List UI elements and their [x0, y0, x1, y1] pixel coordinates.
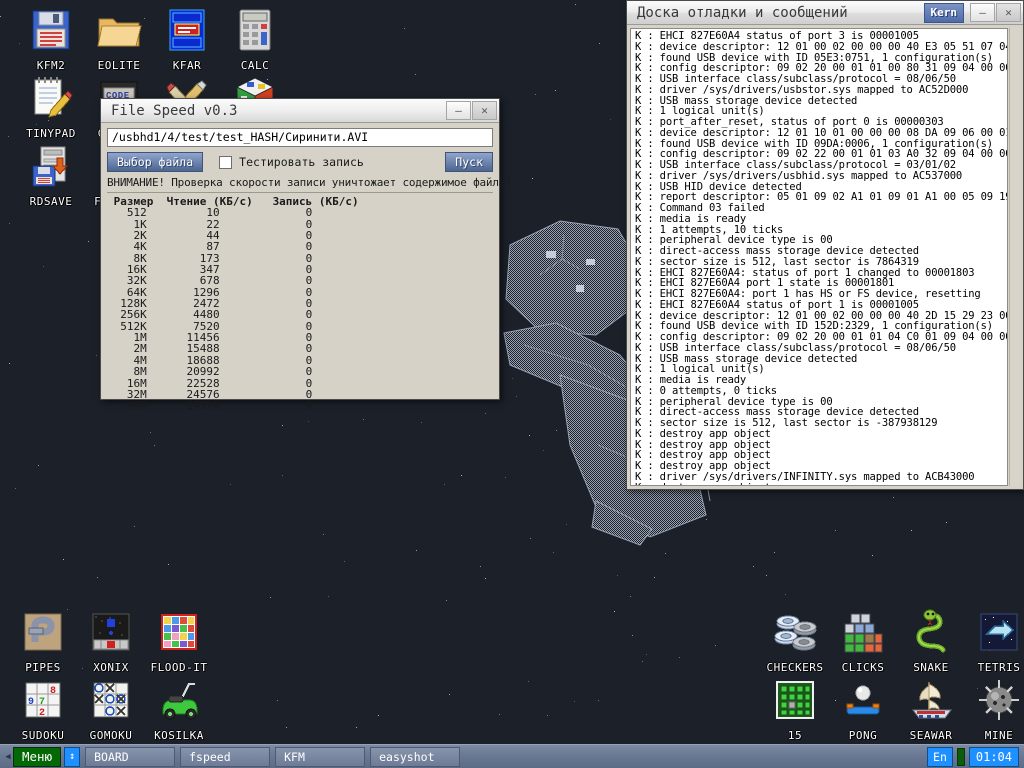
table-separator — [107, 192, 493, 193]
desktop-icon-label: CALC — [240, 59, 270, 72]
warning-text: ВНИМАНИЕ! Проверка скорости записи уничт… — [107, 176, 512, 189]
speed-results-table: Размер Чтение (КБ/с) Запись (КБ/с) 512 1… — [107, 196, 493, 412]
table-row: 512 10 0 — [107, 206, 313, 220]
desktop-icon-tetris[interactable]: TETRIS — [956, 608, 1024, 674]
file-speed-body: /usbhd1/4/test/test_HASH/Сиринити.AVI Вы… — [101, 123, 512, 412]
log-line: K : device descriptor: 12 01 00 02 00 00… — [635, 40, 1008, 53]
log-line: K : destroy app object — [635, 482, 1007, 485]
test-write-checkbox-wrapper[interactable]: Тестировать запись — [219, 155, 364, 169]
ramdisk-save-icon — [27, 142, 75, 190]
log-line: K : device descriptor: 12 01 10 01 00 00… — [635, 126, 1008, 139]
debug-board-body: K : EHCI 827E60A4 status of port 3 is 00… — [627, 25, 1023, 489]
file-path-input[interactable]: /usbhd1/4/test/test_HASH/Сиринити.AVI — [107, 128, 493, 147]
test-write-checkbox[interactable] — [219, 155, 233, 169]
seawar-game-icon — [907, 676, 955, 724]
close-button[interactable]: ✕ — [996, 3, 1021, 22]
debug-board-titlebar[interactable]: Доска отладки и сообщений Kern – ✕ — [627, 1, 1023, 25]
log-line: K : driver /sys/drivers/usbhid.sys mappe… — [635, 169, 963, 182]
log-scrollbar[interactable] — [1009, 28, 1020, 486]
desktop-icon-label: KOSILKA — [154, 729, 204, 742]
desktop-icon-flood-it[interactable]: FLOOD-IT — [136, 608, 222, 674]
floppy-disk-icon — [27, 6, 75, 54]
log-line: K : media is ready — [635, 212, 747, 225]
window-order-button[interactable]: ↕ — [64, 746, 81, 767]
clicks-game-icon — [839, 608, 887, 656]
tetris-game-icon — [975, 608, 1023, 656]
file-speed-window-controls: – ✕ — [446, 101, 497, 120]
table-row: 64M 24576 0 — [107, 399, 313, 413]
snake-game-icon — [907, 608, 955, 656]
svg-text:9: 9 — [28, 697, 35, 708]
choose-file-button[interactable]: Выбор файла — [107, 152, 204, 172]
xonix-game-icon — [87, 608, 135, 656]
desktop-icon-label: TETRIS — [977, 661, 1021, 674]
file-manager-icon — [163, 6, 211, 54]
kern-button[interactable]: Kern — [923, 2, 964, 23]
close-button[interactable]: ✕ — [472, 101, 497, 120]
log-line: K : 0 attempts, 0 ticks — [635, 384, 777, 397]
clock[interactable]: 01:04 — [968, 746, 1019, 767]
taskbar-button-fspeed[interactable]: fspeed — [180, 746, 271, 767]
desktop-icon-kosilka[interactable]: KOSILKA — [136, 676, 222, 742]
table-row: 8M 20992 0 — [107, 365, 313, 379]
file-speed-title: File Speed v0.3 — [111, 102, 238, 119]
debug-window-controls: – ✕ — [970, 3, 1021, 22]
log-line: K : destroy app object — [635, 427, 771, 440]
svg-text:7: 7 — [39, 697, 46, 708]
minimize-button[interactable]: – — [970, 3, 995, 22]
log-line: K : USB interface class/subclass/protoco… — [635, 341, 956, 354]
log-line: K : driver /sys/drivers/INFINITY.sys map… — [635, 470, 975, 483]
log-line: K : EHCI 827E60A4 status of port 1 is 00… — [635, 298, 919, 311]
system-tray: En 01:04 — [927, 746, 1021, 767]
language-indicator[interactable]: En — [927, 746, 953, 767]
file-speed-window[interactable]: File Speed v0.3 – ✕ /usbhd1/4/test/test_… — [100, 98, 512, 412]
floodit-game-icon — [155, 608, 203, 656]
taskbar-button-easyshot[interactable]: easyshot — [370, 746, 461, 767]
fifteen-game-icon — [771, 676, 819, 724]
minesweeper-icon — [975, 676, 1023, 724]
gomoku-game-icon — [87, 676, 135, 724]
taskbar-button-board[interactable]: BOARD — [85, 746, 176, 767]
kernel-log-output[interactable]: K : EHCI 827E60A4 status of port 3 is 00… — [630, 28, 1008, 486]
taskbar-task-list: BOARD fspeed KFM easyshot — [85, 746, 465, 767]
svg-text:2: 2 — [39, 708, 46, 719]
file-speed-titlebar[interactable]: File Speed v0.3 – ✕ — [101, 99, 499, 123]
test-write-label: Тестировать запись — [239, 155, 364, 169]
start-button[interactable]: Пуск — [445, 152, 493, 172]
sudoku-game-icon: 8 972 — [19, 676, 67, 724]
desktop-icon-mine[interactable]: MINE — [956, 676, 1024, 742]
tray-indicator — [956, 747, 965, 766]
desktop-icon-calc[interactable]: CALC — [212, 6, 298, 72]
folder-icon — [95, 6, 143, 54]
minimize-button[interactable]: – — [446, 101, 471, 120]
desktop-icon-label: MINE — [984, 729, 1014, 742]
taskbar-collapse-arrow[interactable]: ◀ — [3, 752, 13, 762]
log-line: K : driver /sys/drivers/usbstor.sys mapp… — [635, 83, 969, 96]
checkers-game-icon — [771, 608, 819, 656]
pong-game-icon — [839, 676, 887, 724]
calculator-icon — [231, 6, 279, 54]
file-speed-controls-row: Выбор файла Тестировать запись Пуск — [107, 152, 493, 172]
pipes-game-icon — [19, 608, 67, 656]
debug-board-title: Доска отладки и сообщений — [637, 4, 848, 21]
taskbar-button-kfm[interactable]: KFM — [275, 746, 366, 767]
debug-board-window[interactable]: Доска отладки и сообщений Kern – ✕ K : E… — [626, 0, 1024, 490]
taskbar[interactable]: ◀ Меню ↕ BOARD fspeed KFM easyshot En 01:04 — [0, 744, 1024, 768]
start-menu-button[interactable]: Меню — [13, 746, 62, 767]
notepad-pencil-icon — [27, 74, 75, 122]
lawnmower-icon — [155, 676, 203, 724]
desktop-icon-label: FLOOD-IT — [150, 661, 208, 674]
log-line: K : sector size is 512, last sector is 7… — [635, 255, 919, 268]
svg-text:8: 8 — [50, 686, 57, 697]
